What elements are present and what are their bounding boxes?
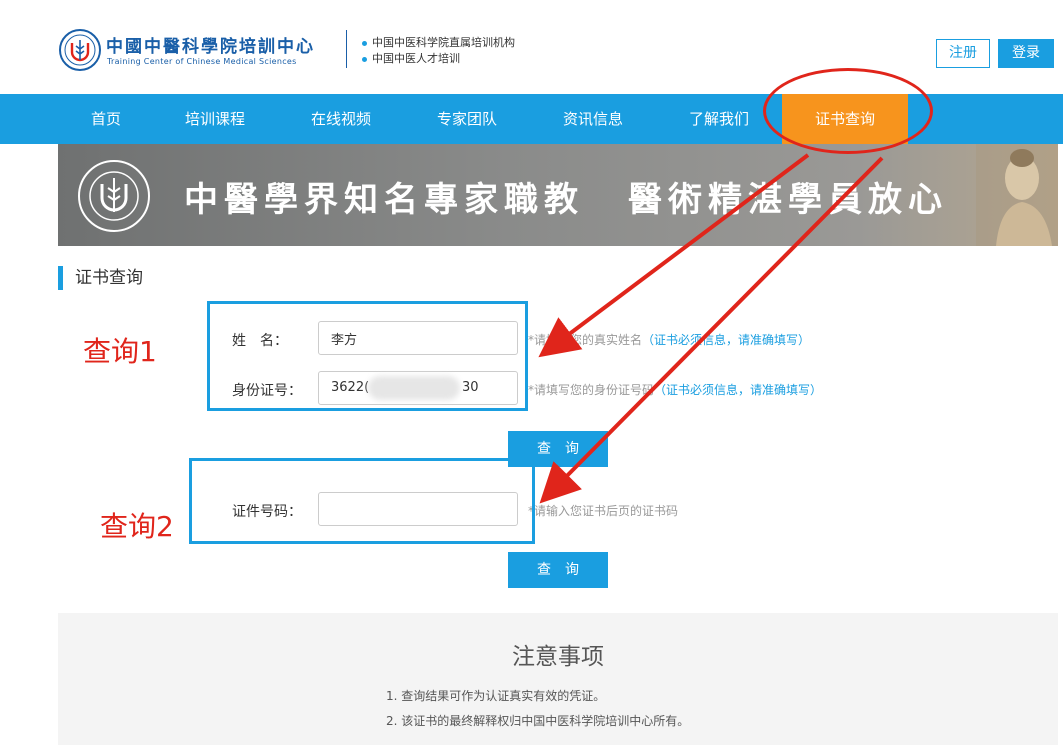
name-hint-required: （证书必须信息，请准确填写） [642,333,811,347]
id-hint-required: （证书必须信息，请准确填写） [654,383,823,397]
register-button[interactable]: 注册 [936,39,990,68]
name-hint-text: *请填写您的真实姓名 [528,333,643,347]
annotation-label-2: 查询2 [100,510,174,543]
login-button[interactable]: 登录 [998,39,1054,68]
annotation-circle [763,68,933,154]
tagline-2-text: 中国中医人才培训 [372,52,460,65]
notice-panel: 注意事项 1. 查询结果可作为认证真实有效的凭证。 2. 该证书的最终解释权归中… [58,613,1058,745]
buddha-statue-icon [976,144,1058,246]
logo-title[interactable]: 中國中醫科學院培訓中心 [106,32,315,57]
query-button-2[interactable]: 查询 [508,552,608,588]
nav-item-about[interactable]: 了解我们 [669,94,769,144]
annotation-label-1: 查询1 [83,335,157,368]
nav-item-home[interactable]: 首页 [58,94,154,144]
nav-item-videos[interactable]: 在线视频 [291,94,391,144]
annotation-box-1 [207,301,528,411]
annotation-box-2 [189,458,535,544]
name-hint: *请填写您的真实姓名（证书必须信息，请准确填写） [528,331,810,348]
nav-item-news[interactable]: 资讯信息 [543,94,643,144]
nav-item-experts[interactable]: 专家团队 [417,94,517,144]
tagline-2: 中国中医人才培训 [362,50,460,66]
bullet-icon [362,56,367,62]
notice-item-2: 2. 该证书的最终解释权归中国中医科学院培训中心所有。 [386,714,690,728]
id-number-hint: *请填写您的身份证号码（证书必须信息，请准确填写） [528,381,822,398]
bullet-icon [362,40,367,46]
logo-subtitle: Training Center of Chinese Medical Scien… [107,57,297,66]
logo-emblem-icon[interactable] [58,28,102,72]
notice-title: 注意事项 [512,644,604,670]
id-hint-text: *请填写您的身份证号码 [528,383,655,397]
banner-emblem-icon [78,160,150,232]
certificate-number-hint: *请输入您证书后页的证书码 [528,504,679,518]
tagline-1: 中国中医科学院直属培训机构 [362,34,515,50]
banner-slogan-2: 醫術精湛學員放心 [628,180,948,220]
hero-banner: 中醫學界知名專家職教 醫術精湛學員放心 [58,144,1058,246]
notice-item-1: 1. 查询结果可作为认证真实有效的凭证。 [386,689,606,703]
nav-item-courses[interactable]: 培训课程 [165,94,265,144]
logo-divider [346,30,347,68]
page-title: 证书查询 [58,266,143,290]
banner-slogan-1: 中醫學界知名專家職教 [184,180,584,220]
tagline-1-text: 中国中医科学院直属培训机构 [372,36,515,49]
